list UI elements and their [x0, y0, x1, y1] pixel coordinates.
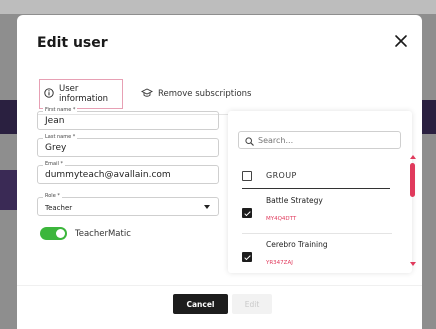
tab-label: Remove subscriptions: [158, 89, 252, 99]
field-value: dummyteach@avallain.com: [45, 170, 171, 180]
last-name-field[interactable]: Last name * Grey: [37, 134, 219, 157]
group-search[interactable]: [238, 131, 401, 149]
field-value: Grey: [45, 143, 67, 153]
group-code: MY4Q4DTT: [266, 216, 297, 222]
first-name-field[interactable]: First name * Jean: [37, 107, 219, 130]
caret-down-icon: [204, 205, 210, 209]
field-label: First name *: [43, 107, 78, 113]
scroll-down-icon[interactable]: [410, 262, 416, 266]
cancel-button[interactable]: Cancel: [173, 294, 228, 314]
teachermatic-toggle[interactable]: TeacherMatic: [40, 227, 131, 240]
background-sidebar-block: [0, 100, 18, 134]
group-column-header: GROUP: [266, 171, 297, 180]
group-row[interactable]: Battle Strategy MY4Q4DTT: [242, 190, 392, 234]
field-label: Last name *: [43, 134, 78, 140]
search-icon: [245, 131, 254, 150]
dialog-tabs: User information Remove subscriptions: [37, 69, 409, 115]
graduation-cap-icon: [140, 87, 154, 101]
group-list-scrollbar[interactable]: [409, 155, 417, 266]
tab-remove-subscriptions[interactable]: Remove subscriptions: [137, 79, 255, 109]
tab-label: User information: [59, 84, 109, 104]
edit-button[interactable]: Edit: [232, 294, 272, 314]
background-sidebar-block: [0, 170, 18, 210]
toggle-switch[interactable]: [40, 227, 67, 240]
tab-user-information[interactable]: User information: [39, 79, 123, 109]
field-label: Email *: [43, 161, 65, 167]
background-content-block: [422, 100, 436, 134]
role-select[interactable]: Role * Teacher: [37, 193, 219, 216]
group-name: Cerebro Training: [266, 240, 328, 249]
info-icon: [44, 87, 54, 101]
close-icon[interactable]: [394, 33, 408, 47]
scrollbar-thumb[interactable]: [410, 163, 415, 197]
group-code: YR347ZAJ: [266, 260, 293, 266]
search-input[interactable]: [258, 135, 388, 145]
groups-panel: GROUP Battle Strategy MY4Q4DTT Cerebro T…: [228, 111, 416, 273]
group-checkbox[interactable]: [242, 252, 252, 262]
scroll-up-icon[interactable]: [410, 155, 416, 159]
background-header: [0, 0, 436, 14]
email-field[interactable]: Email * dummyteach@avallain.com: [37, 161, 219, 184]
edit-user-dialog: Edit user User information Remove subscr…: [17, 15, 422, 329]
dialog-title: Edit user: [37, 35, 108, 51]
field-label: Role *: [43, 193, 62, 199]
field-value: Teacher: [45, 204, 73, 212]
toggle-label: TeacherMatic: [75, 228, 131, 239]
group-checkbox[interactable]: [242, 208, 252, 218]
select-all-checkbox[interactable]: [242, 170, 252, 181]
field-value: Jean: [45, 116, 65, 126]
group-row[interactable]: Cerebro Training YR347ZAJ: [242, 234, 392, 278]
group-name: Battle Strategy: [266, 196, 323, 205]
group-table-header: GROUP: [242, 163, 390, 189]
footer-divider: [17, 285, 422, 286]
